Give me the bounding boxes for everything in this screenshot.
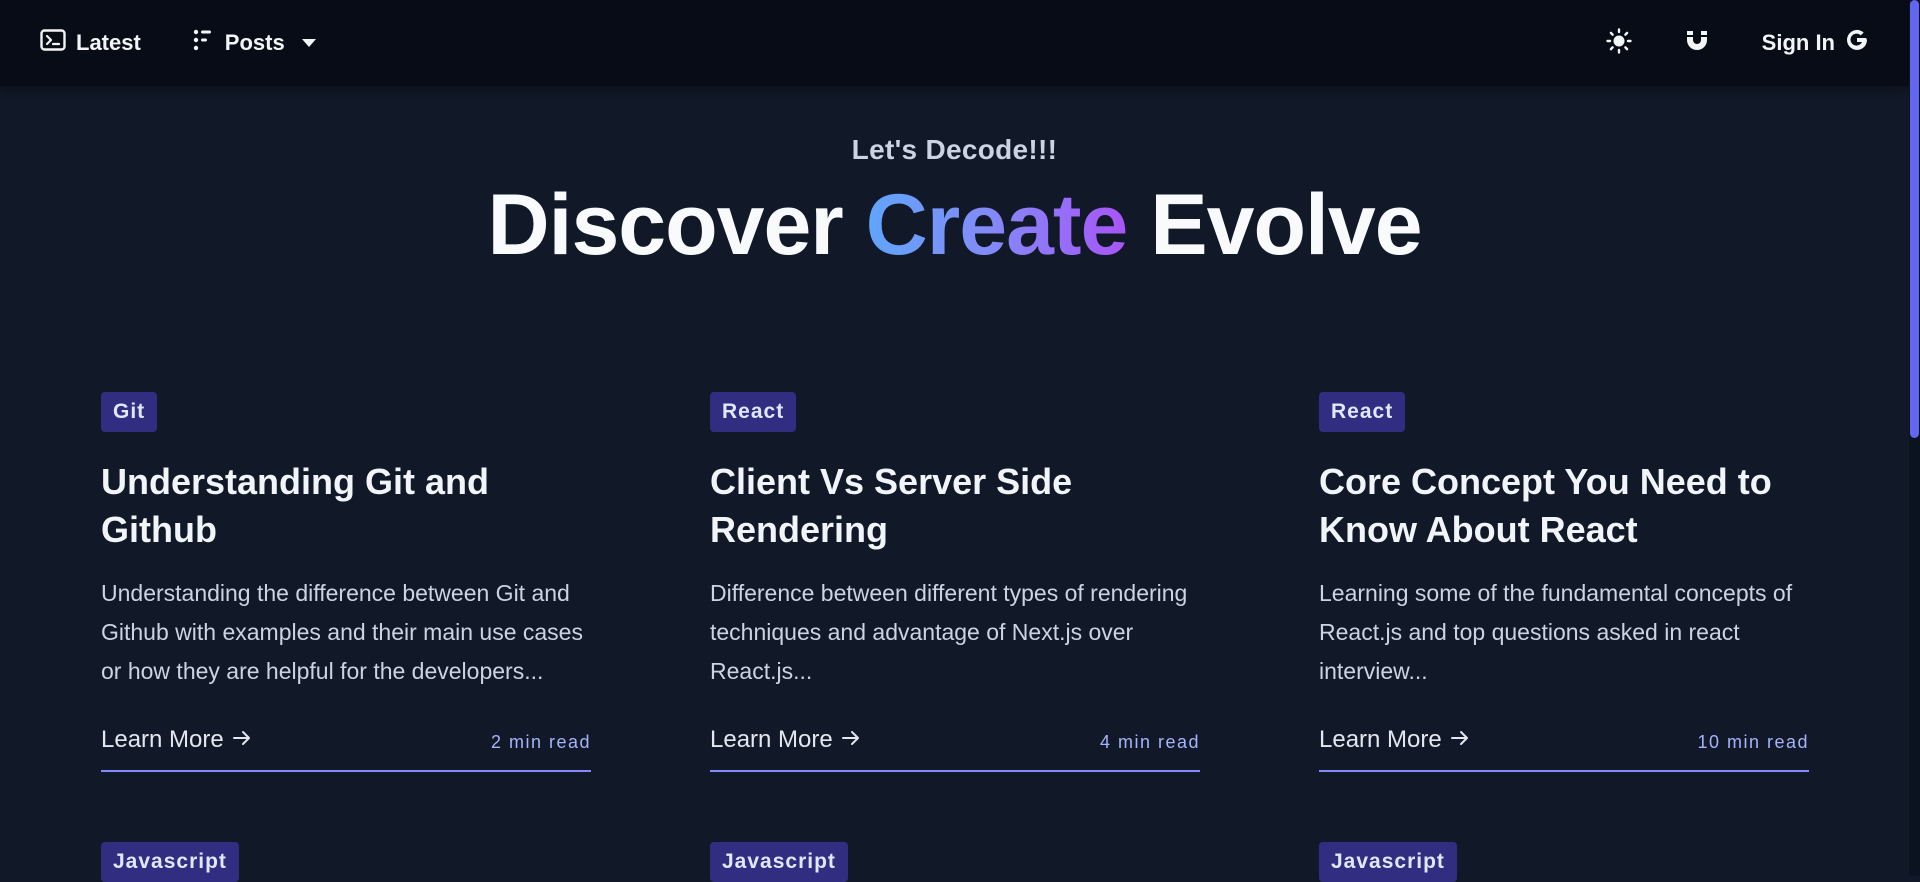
- nav-latest-link[interactable]: Latest: [40, 29, 141, 57]
- post-description: Understanding the difference between Git…: [101, 580, 583, 684]
- post-footer: Learn More 10 min read: [1319, 726, 1809, 772]
- headline-word-discover: Discover: [487, 177, 843, 273]
- google-icon: [1845, 28, 1869, 58]
- magnet-button[interactable]: [1684, 28, 1710, 59]
- top-navbar: Latest Posts Sign In: [0, 0, 1909, 86]
- caret-down-icon: [301, 38, 317, 48]
- post-footer: Learn More 4 min read: [710, 726, 1200, 772]
- theme-toggle-button[interactable]: [1605, 27, 1632, 59]
- hero-tagline: Let's Decode!!!: [851, 134, 1058, 165]
- list-icon: [193, 29, 215, 57]
- post-title[interactable]: Client Vs Server Side Rendering: [710, 458, 1200, 554]
- nav-left-group: Latest Posts: [40, 29, 317, 57]
- arrow-right-icon: [841, 726, 861, 754]
- read-time: 10 min read: [1697, 732, 1809, 752]
- learn-more-label: Learn More: [101, 726, 224, 753]
- post-tag-badge[interactable]: Git: [101, 392, 158, 432]
- nav-posts-label: Posts: [224, 30, 285, 55]
- learn-more-link[interactable]: Learn More: [710, 726, 861, 754]
- post-description: Learning some of the fundamental concept…: [1319, 580, 1793, 684]
- post-card: Javascript: [101, 842, 591, 882]
- nav-latest-label: Latest: [76, 30, 141, 55]
- headline-word-create: Create: [865, 177, 1129, 273]
- hero-section: Let's Decode!!! Discover Create Evolve: [0, 86, 1909, 273]
- learn-more-link[interactable]: Learn More: [1319, 726, 1470, 754]
- sign-in-label: Sign In: [1761, 30, 1835, 55]
- terminal-icon: [40, 29, 66, 57]
- sun-icon: [1605, 27, 1632, 59]
- post-tag-badge[interactable]: Javascript: [101, 842, 239, 882]
- learn-more-label: Learn More: [1319, 726, 1442, 753]
- post-tag-badge[interactable]: React: [710, 392, 797, 432]
- post-card: Javascript: [710, 842, 1200, 882]
- post-description: Difference between different types of re…: [710, 580, 1188, 684]
- page-scrollbar[interactable]: [1909, 0, 1920, 876]
- post-card: React Client Vs Server Side Rendering Di…: [710, 392, 1200, 772]
- post-card: React Core Concept You Need to Know Abou…: [1319, 392, 1809, 772]
- post-title[interactable]: Core Concept You Need to Know About Reac…: [1319, 458, 1809, 554]
- post-card: Git Understanding Git and Github Underst…: [101, 392, 591, 772]
- post-tag-badge[interactable]: React: [1319, 392, 1406, 432]
- headline-word-evolve: Evolve: [1150, 177, 1422, 273]
- post-card: Javascript: [1319, 842, 1809, 882]
- post-tag-badge[interactable]: Javascript: [710, 842, 848, 882]
- post-title[interactable]: Understanding Git and Github: [101, 458, 591, 554]
- sign-in-button[interactable]: Sign In: [1762, 28, 1869, 58]
- hero-headline: Discover Create Evolve: [0, 178, 1909, 273]
- scrollbar-thumb[interactable]: [1910, 0, 1919, 438]
- post-tag-badge[interactable]: Javascript: [1319, 842, 1457, 882]
- post-footer: Learn More 2 min read: [101, 726, 591, 772]
- learn-more-link[interactable]: Learn More: [101, 726, 252, 754]
- nav-posts-dropdown[interactable]: Posts: [193, 29, 317, 57]
- nav-right-group: Sign In: [1605, 27, 1869, 59]
- read-time: 2 min read: [490, 732, 591, 752]
- arrow-right-icon: [232, 726, 252, 754]
- read-time: 4 min read: [1099, 732, 1200, 752]
- arrow-right-icon: [1450, 726, 1470, 754]
- learn-more-label: Learn More: [710, 726, 833, 753]
- magnet-icon: [1684, 28, 1710, 59]
